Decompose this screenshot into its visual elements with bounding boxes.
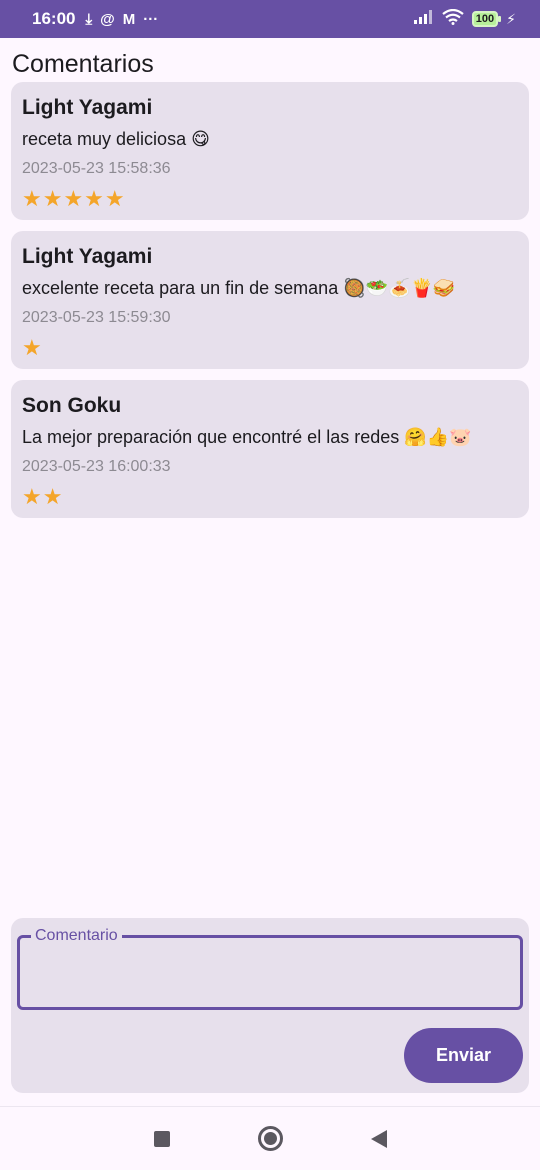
comment-author: Light Yagami	[22, 96, 153, 119]
comment-date: 2023-05-23 16:00:33	[22, 458, 171, 475]
status-right: 100 ⚡	[413, 8, 516, 30]
comment-input[interactable]	[32, 958, 502, 988]
comments-list: Light Yagami receta muy deliciosa 😋 2023…	[11, 82, 529, 529]
download-icon: ⤓	[85, 10, 93, 28]
back-icon[interactable]	[370, 1129, 387, 1148]
comment-author: Son Goku	[22, 394, 122, 417]
gmail-icon: M	[122, 10, 136, 28]
comment-text: La mejor preparación que encontré el las…	[22, 427, 472, 447]
comment-field[interactable]	[17, 935, 523, 1010]
comment-field-label: Comentario	[31, 927, 122, 945]
status-bar: 16:00 ⤓ @ M ··· 100 ⚡	[0, 0, 540, 38]
signal-icon	[413, 9, 434, 29]
comment-date: 2023-05-23 15:58:36	[22, 160, 171, 177]
page-title: Comentarios	[12, 50, 154, 78]
status-left: 16:00 ⤓ @ M ···	[32, 9, 158, 29]
wifi-icon	[442, 8, 464, 30]
charging-icon: ⚡	[506, 10, 516, 27]
star-rating: ★	[22, 335, 43, 360]
comment-card: Light Yagami receta muy deliciosa 😋 2023…	[11, 82, 529, 220]
home-icon[interactable]	[257, 1126, 283, 1151]
notification-icons: ⤓ @ M ···	[85, 11, 158, 28]
star-rating: ★★★★★	[22, 186, 126, 211]
comment-composer: Comentario Enviar	[11, 918, 529, 1093]
comment-text: excelente receta para un fin de semana 🥘…	[22, 278, 456, 298]
battery-icon: 100	[471, 11, 502, 27]
comment-text: receta muy deliciosa 😋	[22, 129, 210, 149]
more-dots-icon: ···	[143, 10, 159, 28]
send-button[interactable]: Enviar	[404, 1028, 523, 1083]
comment-card: Son Goku La mejor preparación que encont…	[11, 380, 529, 518]
recents-icon[interactable]	[153, 1130, 170, 1147]
system-nav-bar	[0, 1106, 540, 1170]
comment-date: 2023-05-23 15:59:30	[22, 309, 171, 326]
clock: 16:00	[32, 9, 76, 28]
star-rating: ★★	[22, 484, 64, 509]
comment-card: Light Yagami excelente receta para un fi…	[11, 231, 529, 369]
at-sign-icon: @	[100, 10, 115, 28]
comment-author: Light Yagami	[22, 245, 153, 268]
